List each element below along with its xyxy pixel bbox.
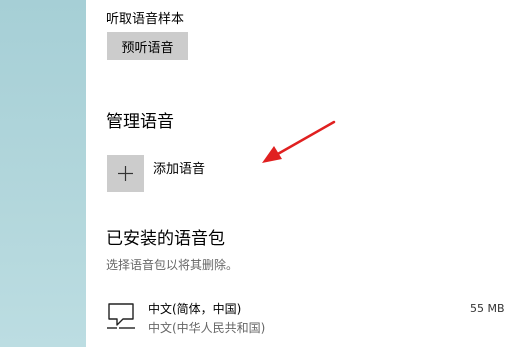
- red-arrow-annotation: [262, 120, 336, 163]
- add-voice-tile[interactable]: [107, 155, 144, 192]
- manage-voices-heading: 管理语音: [106, 112, 174, 132]
- main-content: 听取语音样本 预听语音 管理语音 添加语音 已安装的语音包 选择语音包以将其删除…: [86, 0, 519, 347]
- preview-voice-button[interactable]: 预听语音: [107, 32, 188, 60]
- listen-sample-label: 听取语音样本: [106, 12, 185, 27]
- installed-voice-packs-heading: 已安装的语音包: [106, 229, 225, 249]
- plus-icon: [118, 166, 133, 181]
- voice-pack-name: 中文(简体，中国): [148, 302, 242, 316]
- voice-pack-region: 中文(中华人民共和国): [148, 321, 266, 335]
- delete-hint-text: 选择语音包以将其删除。: [106, 258, 239, 272]
- speech-bubble-icon: [107, 303, 135, 329]
- voice-pack-item[interactable]: 中文(简体，中国) 中文(中华人民共和国) 55 MB: [106, 297, 519, 339]
- voice-pack-size: 55 MB: [470, 302, 505, 315]
- add-voice-label[interactable]: 添加语音: [153, 158, 205, 177]
- add-voice-button[interactable]: 添加语音: [107, 155, 205, 192]
- left-panel-background: [0, 0, 86, 347]
